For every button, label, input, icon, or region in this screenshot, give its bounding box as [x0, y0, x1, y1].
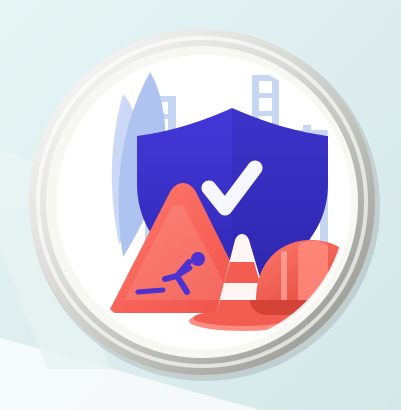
safety-badge-illustration — [0, 0, 401, 410]
safety-badge-scene — [0, 0, 401, 410]
